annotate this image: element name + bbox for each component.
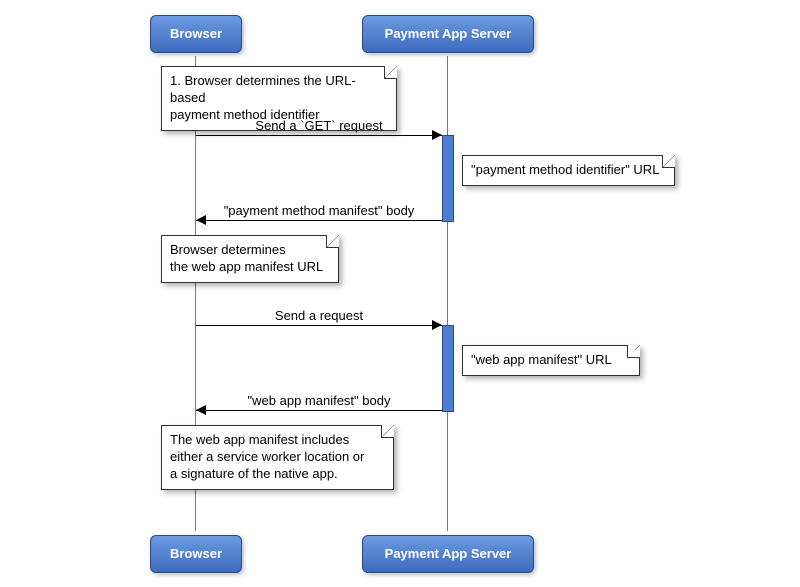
sequence-diagram: Browser Payment App Server 1. Browser de… <box>0 0 800 587</box>
note-text: either a service worker location or <box>170 449 385 466</box>
participant-browser-bottom: Browser <box>150 535 242 573</box>
message-manifest-body-line <box>196 220 442 221</box>
note-text: Browser determines <box>170 242 330 259</box>
activation-server-2 <box>442 325 454 412</box>
arrow-icon <box>196 215 206 225</box>
message-manifest-body-label: "payment method manifest" body <box>196 203 442 218</box>
lifeline-server <box>447 56 448 531</box>
note-text: the web app manifest URL <box>170 259 330 276</box>
note-text: 1. Browser determines the URL-based <box>170 73 388 107</box>
arrow-icon <box>432 130 442 140</box>
message-web-app-manifest-body-label: "web app manifest" body <box>196 393 442 408</box>
note-web-app-manifest-includes: The web app manifest includes either a s… <box>161 425 394 490</box>
arrow-icon <box>432 320 442 330</box>
note-text: The web app manifest includes <box>170 432 385 449</box>
participant-server-bottom: Payment App Server <box>362 535 534 573</box>
note-payment-method-identifier-url: "payment method identifier" URL <box>462 155 675 186</box>
message-get-request-line <box>196 135 442 136</box>
note-text: "payment method identifier" URL <box>471 162 666 179</box>
note-browser-determines-manifest-url: Browser determines the web app manifest … <box>161 235 339 283</box>
message-send-request-label: Send a request <box>196 308 442 323</box>
message-send-request-line <box>196 325 442 326</box>
message-get-request-label: Send a `GET` request <box>196 118 442 133</box>
note-web-app-manifest-url: "web app manifest" URL <box>462 345 640 376</box>
message-web-app-manifest-body-line <box>196 410 442 411</box>
arrow-icon <box>196 405 206 415</box>
activation-server-1 <box>442 135 454 222</box>
note-text: "web app manifest" URL <box>471 352 631 369</box>
participant-server-top: Payment App Server <box>362 15 534 53</box>
participant-browser-top: Browser <box>150 15 242 53</box>
note-text: a signature of the native app. <box>170 466 385 483</box>
